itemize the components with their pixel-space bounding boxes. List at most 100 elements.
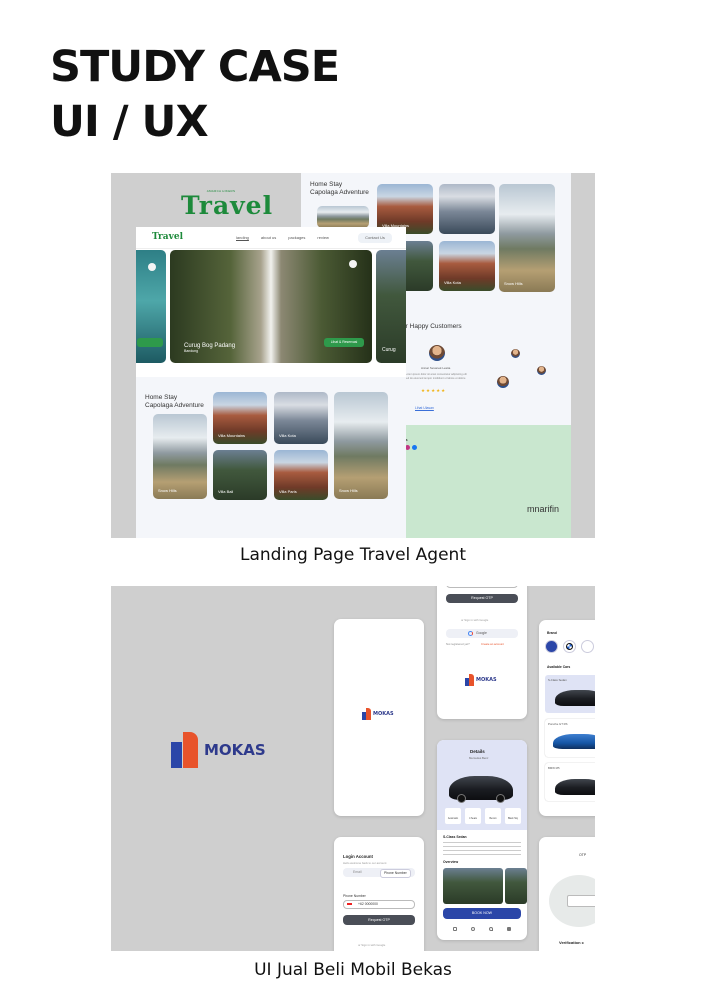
spec-transmission: Automatic [445,808,461,824]
mercedes-brand-icon[interactable] [581,640,594,653]
interior-image [505,868,527,904]
customer-avatar [429,345,445,361]
back-card-label: Villa Kota [444,280,461,285]
indonesia-flag-icon[interactable] [347,903,352,907]
phone-number-label: Phone Number [343,894,366,898]
car-list-name: BMW M5 [548,766,560,770]
google-icon [468,631,473,636]
customer-avatar [497,376,509,388]
see-more-link[interactable]: Lihat Ulasan [415,406,434,411]
next-slide-caption: Curug [382,347,396,353]
mokas-logo-text: MOKAS [204,741,266,759]
author-signature: mnarifin [526,504,559,514]
login-google-screen: Request OTP or Sign in with Google Googl… [437,586,527,719]
brand-filter-selected[interactable] [545,640,558,653]
mokas-logo-mark-icon [465,674,474,686]
nav-link-about[interactable]: about us [261,235,276,240]
homestay-card[interactable]: Villa Kota [274,392,328,444]
nav-link-packages[interactable]: packages [288,235,305,240]
testimonial-text: Lorem ipsum dolor sit amet consectetur a… [405,373,467,380]
slider-prev-arrow-icon[interactable] [148,263,156,271]
spec-fuel: Bensin [485,808,501,824]
details-title: Details [470,749,485,754]
customers-title: Our Happy Customers [397,323,462,330]
profile-icon[interactable] [507,927,511,931]
testimonial-name: Annar Sevanek Lestia [421,366,451,370]
hero-subtitle: Bandung [184,349,199,353]
tab-phone-number[interactable]: Phone Number [380,869,411,878]
car-image [555,779,595,795]
mokas-small-logo-text: MOKAS [476,677,497,683]
travel-landing-front-screen: Travel landing about us packages review Con… [136,227,406,538]
heart-icon[interactable] [489,927,493,931]
phone-number-input[interactable]: +62 0000000 [343,900,415,909]
car-name: S-Class Sedan [443,835,467,839]
book-now-button[interactable]: BOOK NOW [443,908,521,919]
homestay-section-title: Home Stay Capolaga Adventure [145,394,204,410]
spec-color: Black Sky [505,808,521,824]
page-title: STUDY CASE UI / UX [50,40,340,150]
car-list-item[interactable]: BMW M5 [545,763,595,801]
car-list-name: S-Class Sedan [548,678,567,682]
request-otp-button[interactable]: Request OTP [446,594,518,603]
details-brand: Mercedes Benz [469,756,489,760]
back-card-image [317,206,369,228]
verification-title: Verification c [559,940,584,945]
hero-slide: Curug Bog Padang Bandung Lihat & Reserva… [170,250,372,363]
nav-link-review[interactable]: review [317,235,329,240]
hero-next-slide[interactable]: Curug [376,250,406,363]
google-sign-in-button[interactable]: Google [446,629,518,638]
login-title: Login Account [343,854,373,859]
interior-image [443,868,503,904]
create-account-link[interactable]: Create an account [481,642,504,647]
mokas-showcase-panel: MOKAS MOKAS Login Account Hello welcome … [111,586,595,951]
prev-slide-button[interactable] [137,338,163,347]
tab-email[interactable]: Email [353,870,361,875]
hero-reserve-button[interactable]: Lihat & Reservasi [324,338,364,347]
homestay-card[interactable]: Snow Hills [153,414,207,499]
not-registered-text: Not registered yet? [446,642,470,646]
car-list-item[interactable]: S-Class Sedan [545,675,595,713]
or-google-text: or Sign in with Google [358,943,386,947]
homestay-card-label: Snow Hills [339,488,358,493]
back-card[interactable]: Snow Hills [499,184,555,292]
car-details-screen: Details Mercedes Benz Automatic 4 Seats … [437,740,527,940]
request-otp-button[interactable]: Request OTP [343,915,415,925]
slider-next-arrow-icon[interactable] [349,260,357,268]
navbar-logo[interactable]: Travel [152,232,183,242]
car-image [553,734,595,749]
bmw-brand-icon[interactable] [563,640,576,653]
homestay-card[interactable]: Villa Mountains [213,392,267,444]
customer-avatar [511,349,520,358]
homestay-card[interactable]: Snow Hills [334,392,388,499]
travel-logo: AMARCA HIKERS Travel [181,189,274,220]
travel-logo-wordmark: Travel [181,191,274,220]
car-list-item[interactable]: Porsche GT RS [545,719,595,757]
car-image [449,776,513,803]
car-wheel [496,794,505,803]
overview-label: Overview [443,860,459,864]
car-image [555,690,595,706]
splash-logo-text: MOKAS [373,711,394,717]
search-icon[interactable] [471,927,475,931]
homestay-card-label: Villa Bali [218,489,234,494]
back-card[interactable] [439,184,495,234]
login-screen: Login Account Hello welcome back to our … [334,837,424,951]
contact-us-button[interactable]: Contact Us [358,233,392,243]
rating-stars: ★★★★★ [421,388,447,393]
google-label: Google [476,631,487,635]
homestay-card[interactable]: Villa Bali [213,450,267,500]
back-card[interactable]: Villa Kota [439,241,495,291]
mokas-small-logo: MOKAS [465,674,497,686]
home-icon[interactable] [453,927,457,931]
mokas-caption: UI Jual Beli Mobil Bekas [254,960,452,980]
back-card-label: Snow Hills [504,281,523,286]
mokas-logo-mark-icon [362,708,371,720]
login-tabs: Email Phone Number [343,868,415,878]
nav-link-landing[interactable]: landing [236,235,249,240]
homestay-card[interactable]: Villa Paris [274,450,328,500]
spec-seats: 4 Seats [465,808,481,824]
phone-input-partial[interactable] [446,586,518,588]
phone-number-value: +62 0000000 [358,902,378,906]
facebook-icon[interactable] [412,445,417,450]
